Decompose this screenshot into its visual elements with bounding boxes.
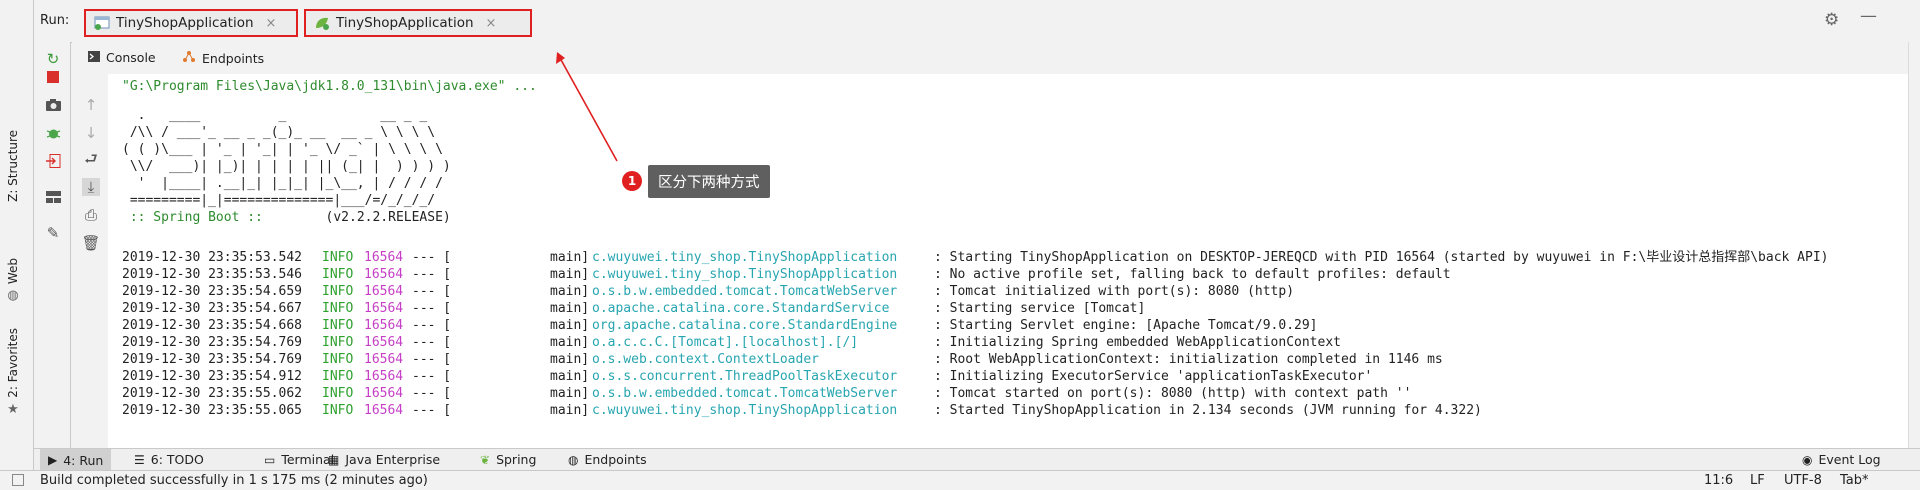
tool-endpoints[interactable]: ◍ Endpoints bbox=[568, 452, 647, 467]
tool-run[interactable]: ▶ 4: Run bbox=[40, 449, 112, 471]
annotation-callout: 区分下两种方式 bbox=[648, 165, 770, 198]
tool-windows-icon[interactable] bbox=[12, 474, 24, 486]
java-enterprise-icon: ▦ bbox=[328, 452, 340, 467]
tool-run-label: 4: Run bbox=[63, 452, 104, 468]
tool-java-enterprise[interactable]: ▦ Java Enterprise bbox=[328, 452, 440, 467]
status-bar: Build completed successfully in 1 s 175 … bbox=[0, 470, 1920, 490]
tool-terminal[interactable]: ▭ Terminal bbox=[264, 452, 334, 467]
line-separator[interactable]: LF bbox=[1750, 473, 1765, 488]
status-message: Build completed successfully in 1 s 175 … bbox=[40, 473, 428, 488]
bottom-tool-bar: ▶ 4: Run ☰ 6: TODO ▭ Terminal ▦ Java Ent… bbox=[34, 448, 1920, 471]
tool-event-log-label: Event Log bbox=[1818, 452, 1881, 467]
terminal-icon: ▭ bbox=[264, 452, 276, 467]
tool-spring[interactable]: ❦ Spring bbox=[480, 452, 536, 467]
tool-spring-label: Spring bbox=[496, 452, 537, 467]
tool-java-enterprise-label: Java Enterprise bbox=[345, 452, 441, 467]
list-icon: ☰ bbox=[134, 452, 145, 467]
tool-event-log[interactable]: ◉ Event Log bbox=[1802, 452, 1881, 467]
annotation-arrow bbox=[556, 52, 618, 162]
tool-todo-label: 6: TODO bbox=[150, 452, 204, 467]
indent-setting[interactable]: Tab* bbox=[1840, 473, 1869, 488]
file-encoding[interactable]: UTF-8 bbox=[1784, 473, 1822, 488]
play-icon: ▶ bbox=[48, 453, 58, 467]
caret-position[interactable]: 11:6 bbox=[1704, 473, 1733, 488]
spring-icon: ❦ bbox=[480, 452, 491, 467]
tool-endpoints-label: Endpoints bbox=[584, 452, 647, 467]
endpoints-icon: ◍ bbox=[568, 452, 579, 467]
annotation-badge: 1 bbox=[622, 171, 642, 191]
tool-todo[interactable]: ☰ 6: TODO bbox=[134, 452, 204, 467]
event-log-icon: ◉ bbox=[1802, 452, 1813, 467]
tool-terminal-label: Terminal bbox=[281, 452, 335, 467]
